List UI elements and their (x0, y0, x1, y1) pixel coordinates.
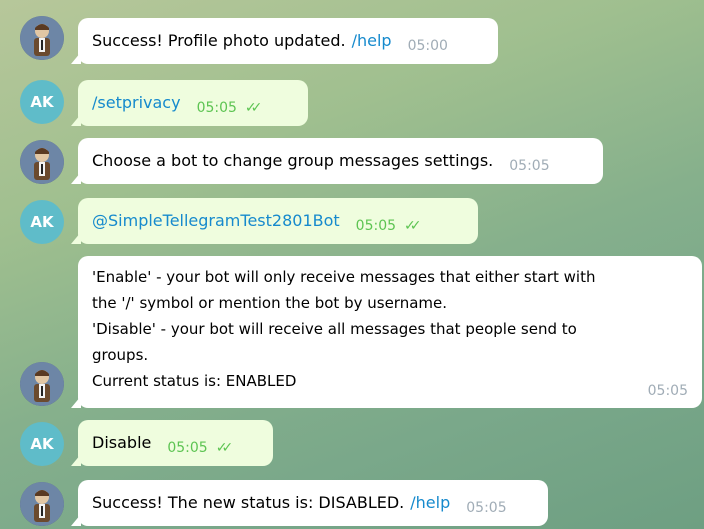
message-time: 05:05 (196, 100, 237, 116)
bot-avatar-icon[interactable] (20, 140, 64, 184)
message-bubble-2[interactable]: Choose a bot to change group messages se… (71, 138, 603, 184)
message-time: 05:05 (466, 500, 507, 516)
help-link[interactable]: /help (410, 492, 450, 514)
help-link[interactable]: /help (352, 30, 392, 52)
double-check-icon: ✓✓ (244, 100, 263, 116)
message-time: 05:00 (407, 38, 448, 54)
message-bubble-0[interactable]: Success! Profile photo updated. /help 05… (71, 18, 498, 64)
message-line: 'Disable' - your bot will receive all me… (92, 320, 577, 338)
message-text: Success! Profile photo updated. (92, 31, 346, 50)
message-line: groups. (92, 346, 149, 364)
message-line: Current status is: ENABLED (92, 372, 297, 390)
user-avatar[interactable]: AK (20, 200, 64, 244)
message-bubble-5[interactable]: Disable 05:05 ✓✓ (71, 420, 273, 466)
message-time: 05:05 (509, 158, 550, 174)
bot-avatar-icon[interactable] (20, 362, 64, 406)
message-bubble-3[interactable]: @SimpleTellegramTest2801Bot 05:05 ✓✓ (71, 198, 478, 244)
bot-avatar-icon[interactable] (20, 16, 64, 60)
message-bubble-4[interactable]: 'Enable' - your bot will only receive me… (71, 256, 702, 408)
message-text: Disable (92, 433, 152, 452)
command-link[interactable]: /setprivacy (92, 92, 181, 114)
user-avatar[interactable]: AK (20, 80, 64, 124)
message-text: Choose a bot to change group messages se… (92, 151, 494, 170)
double-check-icon: ✓✓ (215, 440, 234, 456)
chat-history: Success! Profile photo updated. /help 05… (0, 0, 704, 529)
bot-avatar-icon[interactable] (20, 482, 64, 526)
message-line: the '/' symbol or mention the bot by use… (92, 294, 448, 312)
message-text: Success! The new status is: DISABLED. (92, 493, 405, 512)
double-check-icon: ✓✓ (404, 218, 422, 234)
message-line: 'Enable' - your bot will only receive me… (92, 268, 596, 286)
message-time: 05:05 (647, 383, 688, 399)
message-time: 05:05 (355, 218, 397, 234)
message-bubble-1[interactable]: /setprivacy 05:05 ✓✓ (71, 80, 308, 126)
message-time: 05:05 (167, 440, 208, 456)
bot-mention-link[interactable]: @SimpleTellegramTest2801Bot (92, 210, 340, 232)
message-bubble-6[interactable]: Success! The new status is: DISABLED. /h… (71, 480, 548, 526)
user-avatar[interactable]: AK (20, 422, 64, 466)
